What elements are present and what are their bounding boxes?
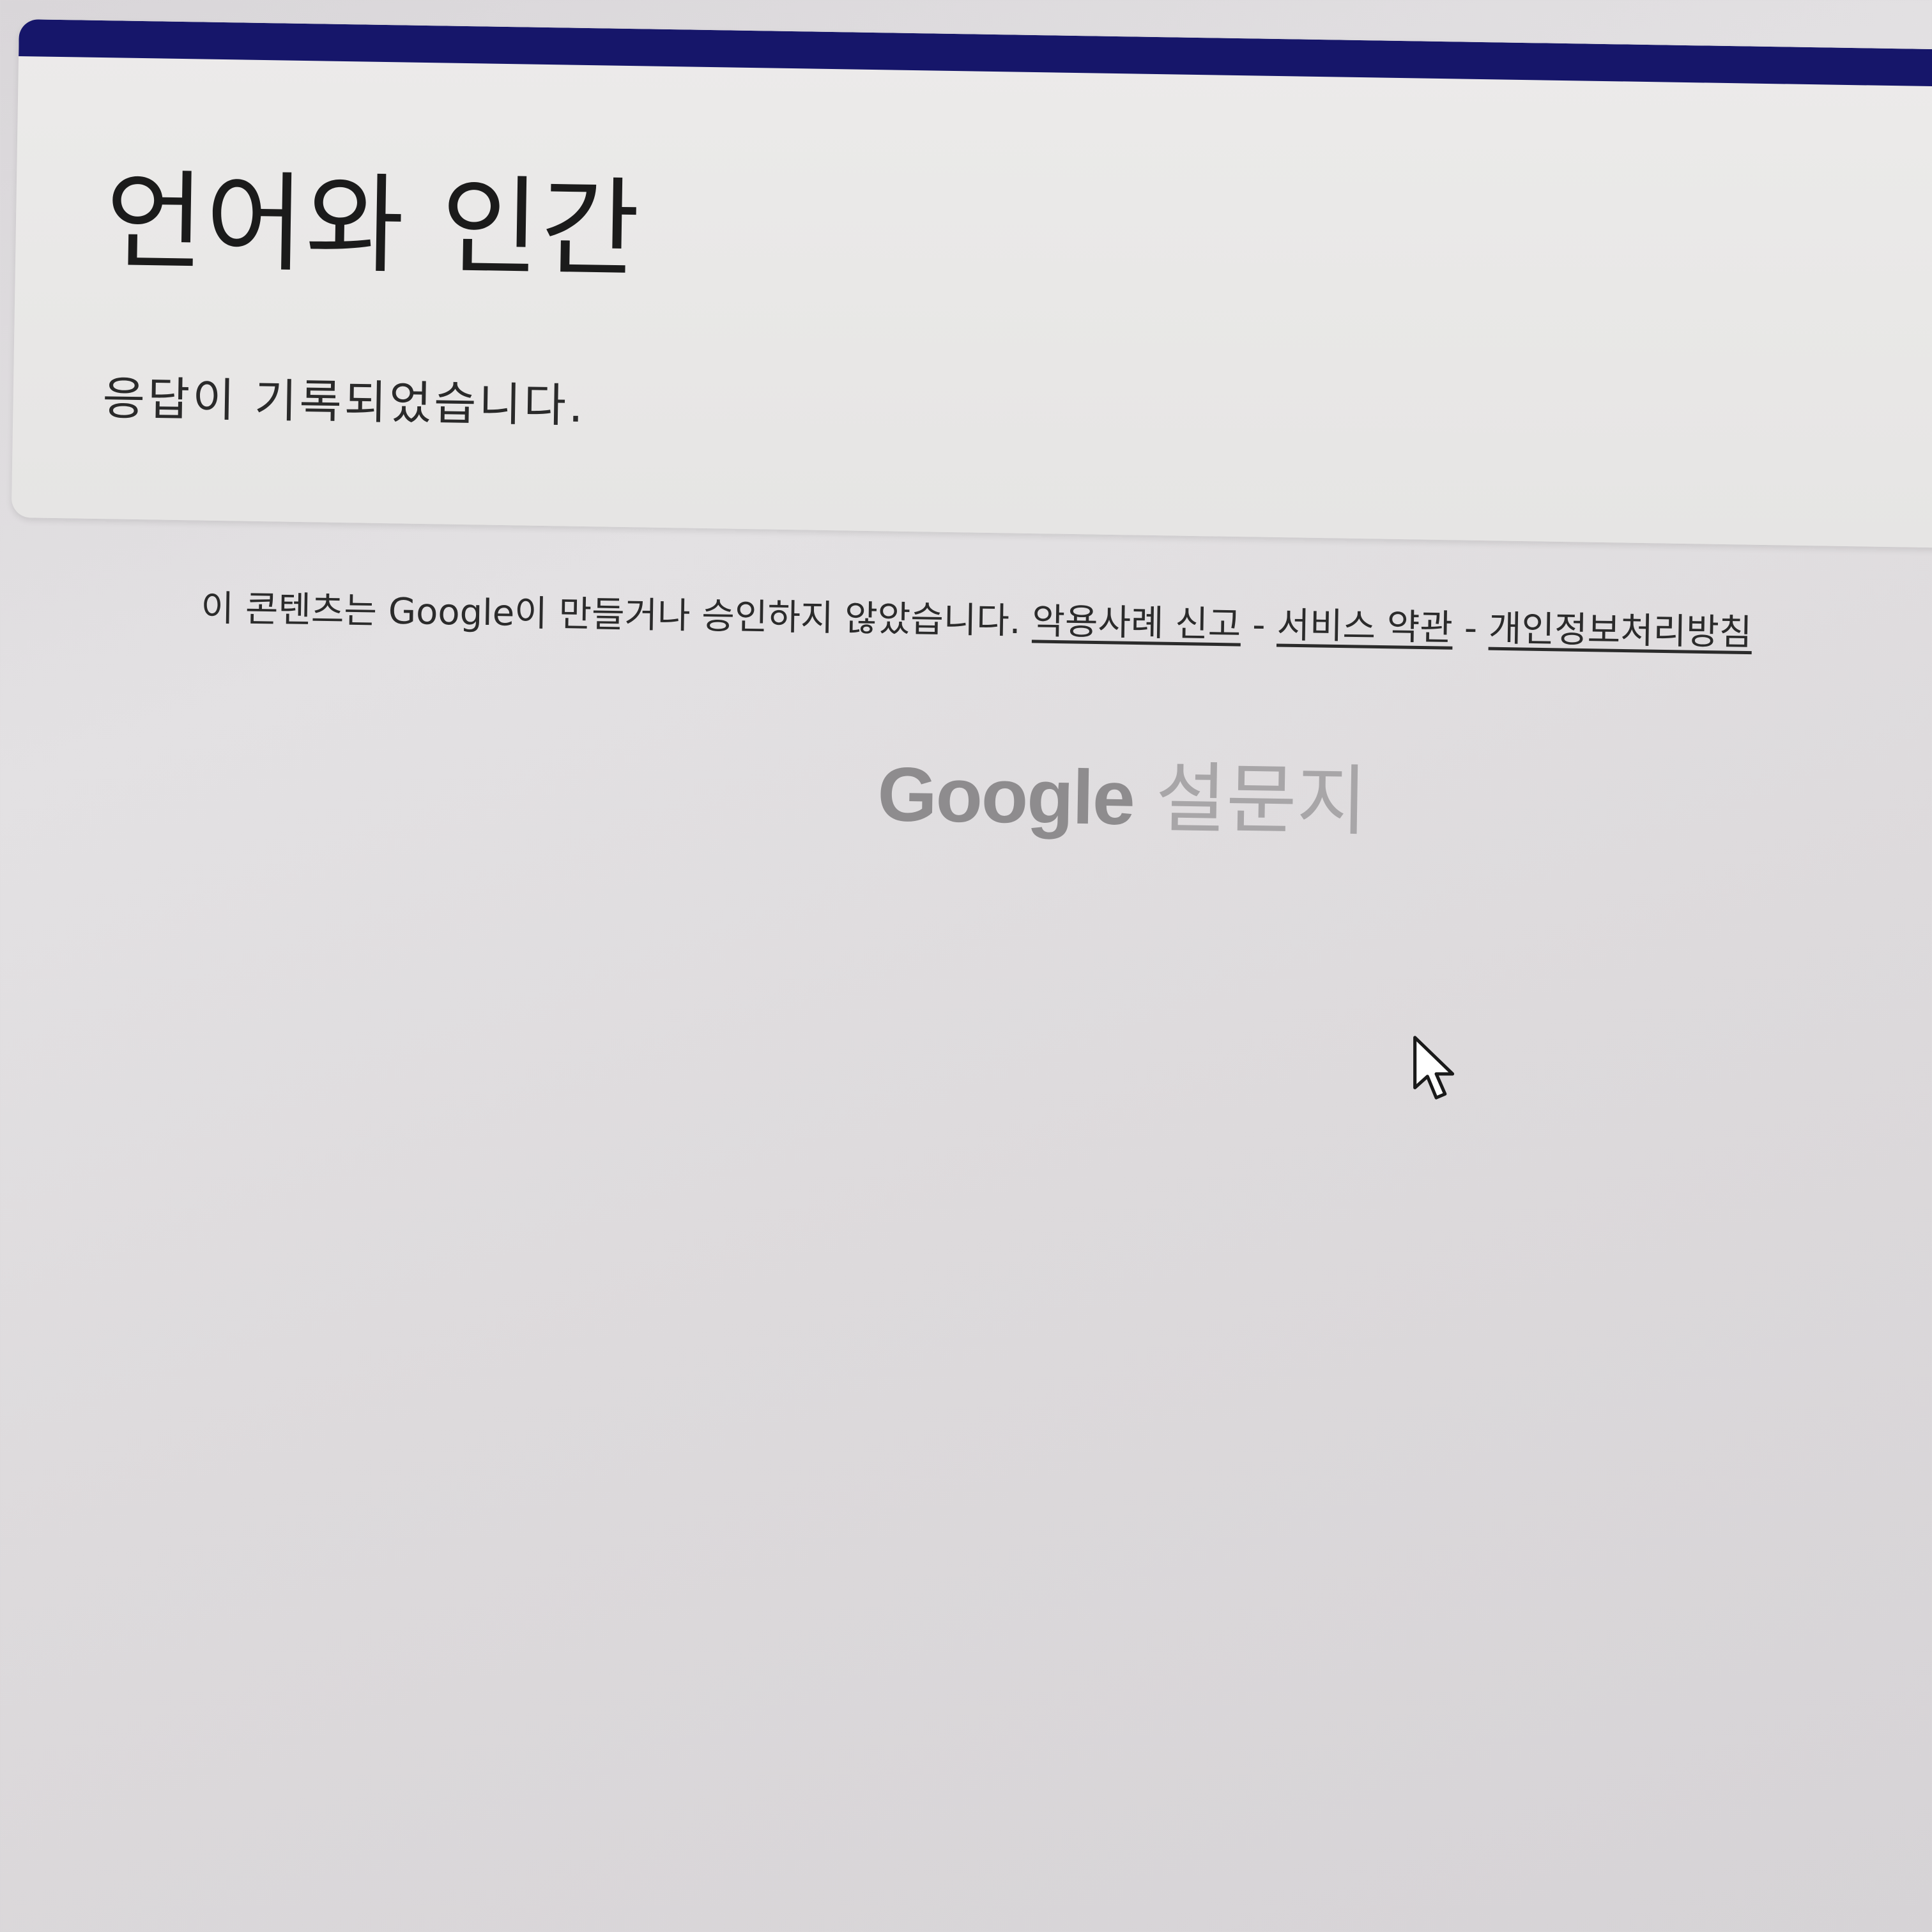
form-card: 언어와 인간 응답이 기록되었습니다. [11, 19, 1932, 548]
report-abuse-link[interactable]: 악용사례 신고 [1032, 601, 1241, 645]
confirmation-message: 응답이 기록되었습니다. [102, 371, 586, 433]
link-separator: - [1252, 604, 1266, 647]
mouse-pointer-icon [1413, 1036, 1455, 1100]
footer-disclaimer: 이 콘텐츠는 Google이 만들거나 승인하지 않았습니다. 악용사례 신고 -… [201, 588, 1752, 654]
form-accent-bar [19, 19, 1932, 88]
form-title: 언어와 인간 [104, 158, 642, 293]
google-forms-logo[interactable]: Google 설문지 [877, 732, 1368, 850]
link-separator: - [1464, 608, 1478, 650]
disclaimer-text: 이 콘텐츠는 Google이 만들거나 승인하지 않았습니다. [201, 588, 1022, 643]
terms-link[interactable]: 서비스 약관 [1276, 604, 1453, 648]
google-wordmark: Google [877, 751, 1135, 841]
forms-wordmark: 설문지 [1154, 754, 1368, 847]
privacy-link[interactable]: 개인정보처리방침 [1489, 608, 1752, 654]
